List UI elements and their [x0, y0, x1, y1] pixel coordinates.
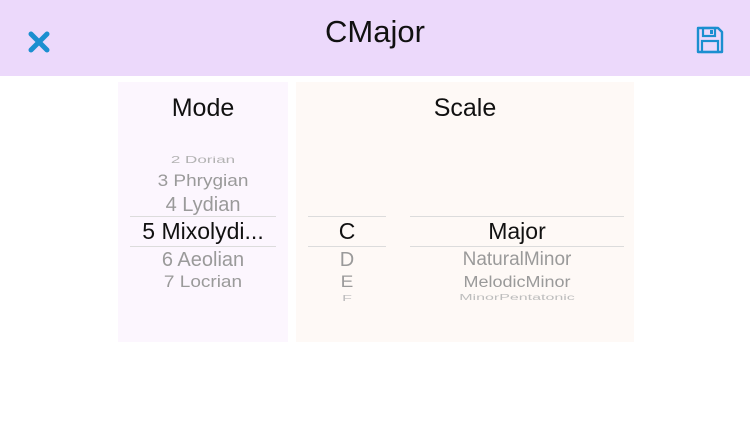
scale-type-picker[interactable]: Major NaturalMinor MelodicMinor MinorPen…	[410, 156, 624, 304]
save-icon	[696, 26, 724, 54]
root-option-d[interactable]: D	[308, 249, 386, 272]
root-selection-top-line	[308, 216, 386, 217]
mode-selection-top-line	[130, 216, 276, 217]
type-option-melodic-minor[interactable]: MelodicMinor	[410, 274, 624, 292]
mode-option-6-aeolian[interactable]: 6 Aeolian	[130, 249, 276, 272]
root-selection-bottom-line	[308, 246, 386, 247]
root-option-f[interactable]: F	[308, 295, 386, 304]
mode-option-selected[interactable]: 5 Mixolydi...	[130, 218, 276, 245]
scale-title: Scale	[433, 94, 497, 122]
root-note-picker[interactable]: C D E F	[308, 156, 386, 304]
mode-option-2-dorian[interactable]: 2 Dorian	[130, 156, 276, 166]
root-option-selected[interactable]: C	[308, 218, 386, 245]
scale-panel: Scale C D E F Major NaturalMinor Melodic…	[296, 82, 634, 342]
page-title: CMajor	[325, 14, 425, 49]
type-option-minor-pentatonic[interactable]: MinorPentatonic	[410, 294, 624, 303]
type-selection-bottom-line	[410, 246, 624, 247]
root-option-e[interactable]: E	[308, 274, 386, 293]
mode-option-3-phrygian[interactable]: 3 Phrygian	[130, 173, 276, 192]
save-button[interactable]	[695, 25, 725, 55]
mode-picker[interactable]: 2 Dorian 3 Phrygian 4 Lydian 5 Mixolydi.…	[130, 156, 276, 290]
mode-title: Mode	[171, 94, 235, 122]
navigation-bar: CMajor	[0, 0, 750, 76]
type-selection-top-line	[410, 216, 624, 217]
type-option-selected[interactable]: Major	[410, 218, 624, 245]
mode-option-4-lydian[interactable]: 4 Lydian	[130, 194, 276, 217]
mode-selection-bottom-line	[130, 246, 276, 247]
type-option-natural-minor[interactable]: NaturalMinor	[410, 249, 624, 271]
mode-option-7-locrian[interactable]: 7 Locrian	[130, 274, 276, 290]
mode-panel: Mode 2 Dorian 3 Phrygian 4 Lydian 5 Mixo…	[118, 82, 288, 342]
